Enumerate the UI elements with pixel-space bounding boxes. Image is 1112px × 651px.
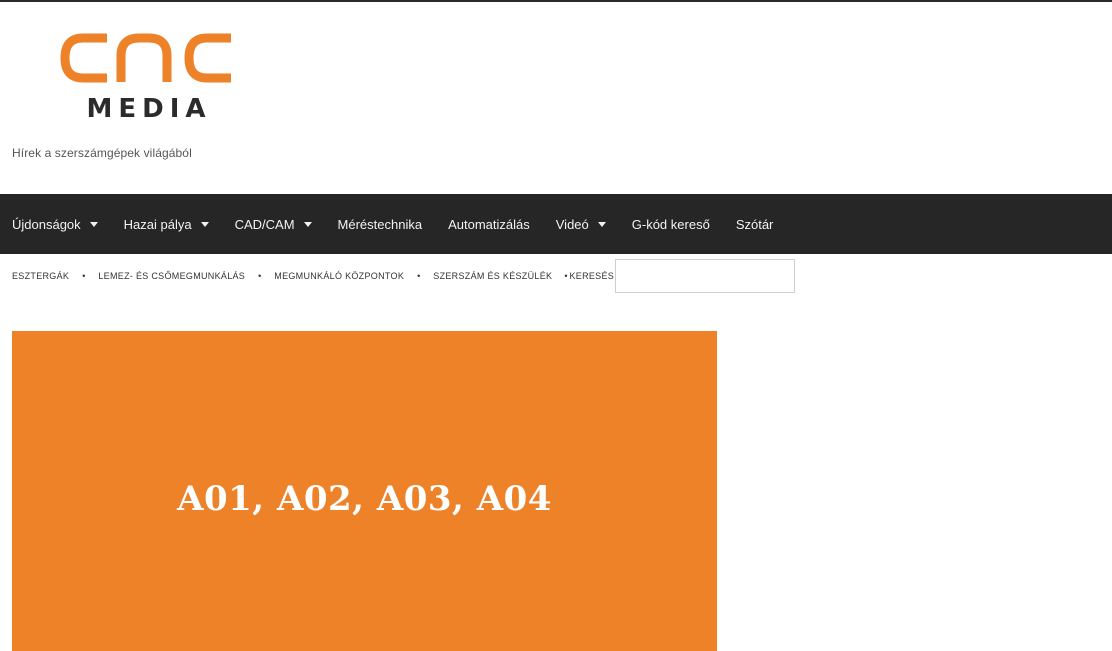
nav-item-g-kod-kereso[interactable]: G-kód kereső: [632, 217, 710, 232]
chevron-down-icon: [200, 221, 209, 227]
nav-item-label: CAD/CAM: [234, 216, 295, 232]
chevron-down-icon: [597, 221, 606, 227]
subnav-item-esztergak[interactable]: ESZTERGÁK: [12, 271, 69, 281]
nav-item-label: Újdonságok: [12, 216, 81, 232]
search-input[interactable]: [615, 259, 796, 293]
banner-title: A01, A02, A03, A04: [177, 478, 552, 519]
nav-item-label: Szótár: [735, 216, 774, 232]
separator-dot: •: [417, 271, 421, 281]
separator-dot: •: [258, 271, 262, 281]
nav-item-automatizalas[interactable]: Automatizálás: [448, 217, 530, 232]
top-border: [0, 0, 1112, 2]
separator-dot: •: [82, 271, 86, 281]
nav-item-hazai-palya[interactable]: Hazai pálya: [124, 217, 209, 232]
nav-item-merestechnika[interactable]: Méréstechnika: [338, 217, 423, 232]
main-navigation: Újdonságok Hazai pálya CAD/CAM Méréstech…: [0, 194, 1112, 254]
logo-wordmark: MEDIA: [86, 94, 212, 124]
site-tagline: Hírek a szerszámgépek világából: [12, 146, 192, 160]
nav-item-label: Automatizálás: [448, 216, 530, 232]
ad-banner[interactable]: A01, A02, A03, A04: [12, 331, 717, 651]
nav-item-label: G-kód kereső: [631, 216, 710, 232]
nav-item-szotar[interactable]: Szótár: [736, 217, 774, 232]
cnc-logo-mark: [60, 33, 231, 83]
nav-item-label: Méréstechnika: [337, 216, 423, 232]
site-logo[interactable]: MEDIA: [55, 28, 240, 128]
search-label: KERESÉS: [569, 271, 615, 281]
nav-item-label: Videó: [555, 216, 589, 232]
nav-item-video[interactable]: Videó: [556, 217, 606, 232]
secondary-navigation: ESZTERGÁK • LEMEZ- ÉS CSŐMEGMUNKÁLÁS • M…: [12, 258, 796, 294]
subnav-item-lemez-es-csomegmunkalas[interactable]: LEMEZ- ÉS CSŐMEGMUNKÁLÁS: [98, 271, 245, 281]
chevron-down-icon: [303, 221, 312, 227]
separator-dot: •: [564, 271, 568, 281]
nav-item-cad-cam[interactable]: CAD/CAM: [235, 217, 312, 232]
subnav-item-megmunkalo-kozpontok[interactable]: MEGMUNKÁLÓ KÖZPONTOK: [274, 271, 404, 281]
subnav-item-szerszam-es-keszulek[interactable]: SZERSZÁM ÉS KÉSZÜLÉK: [433, 271, 552, 281]
chevron-down-icon: [89, 221, 98, 227]
nav-item-label: Hazai pálya: [123, 216, 192, 232]
nav-item-ujdonsagok[interactable]: Újdonságok: [12, 217, 98, 232]
